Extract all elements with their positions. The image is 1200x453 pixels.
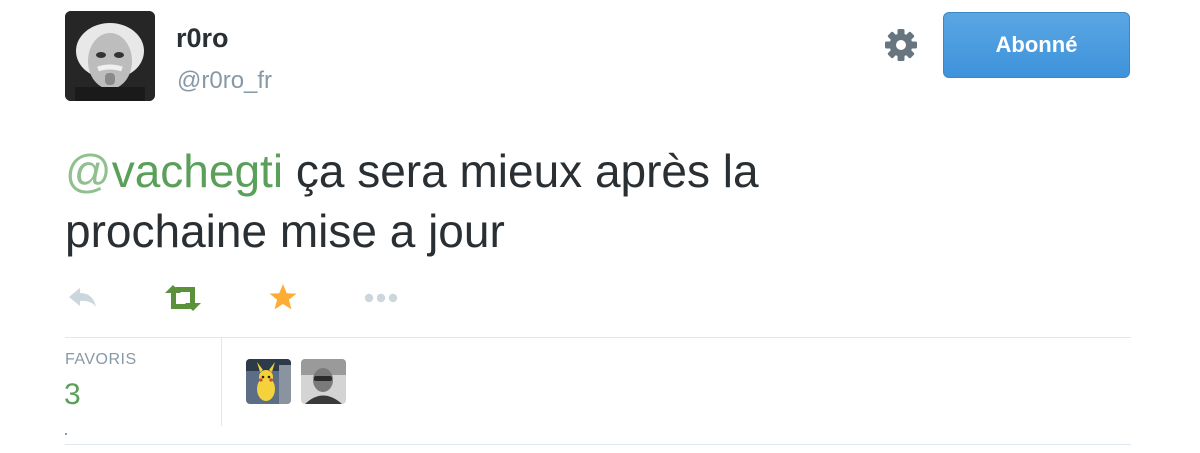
divider-bottom (65, 444, 1131, 445)
bottom-dot (65, 433, 67, 435)
favorites-label: FAVORIS (65, 351, 137, 368)
more-dots-icon[interactable] (362, 280, 402, 316)
tweet-text-line2: prochaine mise a jour (65, 205, 505, 257)
mention-at: @ (65, 145, 112, 197)
reply-icon[interactable] (65, 280, 101, 316)
user-avatar[interactable] (65, 11, 155, 101)
tweet-text-line1: ça sera mieux après la (283, 145, 759, 197)
favoriter-avatar-1[interactable] (246, 359, 291, 404)
einstein-avatar-icon (65, 11, 155, 101)
pikachu-avatar-icon (246, 359, 291, 404)
display-name[interactable]: r0ro (176, 23, 229, 54)
retweet-icon[interactable] (162, 280, 204, 316)
favoriter-avatar-2[interactable] (301, 359, 346, 404)
favorites-count[interactable]: 3 (64, 378, 81, 412)
tweet-text: @vachegti ça sera mieux après la prochai… (65, 141, 1065, 261)
stats-separator (221, 338, 222, 426)
follow-button[interactable]: Abonné (943, 12, 1130, 78)
star-icon[interactable] (267, 280, 299, 316)
screen-name[interactable]: @r0ro_fr (177, 67, 272, 95)
mention-link[interactable]: @vachegti (65, 145, 283, 197)
person-avatar-icon (301, 359, 346, 404)
divider-top (65, 337, 1131, 338)
gear-icon[interactable] (883, 27, 919, 63)
mention-name: vachegti (111, 145, 284, 197)
